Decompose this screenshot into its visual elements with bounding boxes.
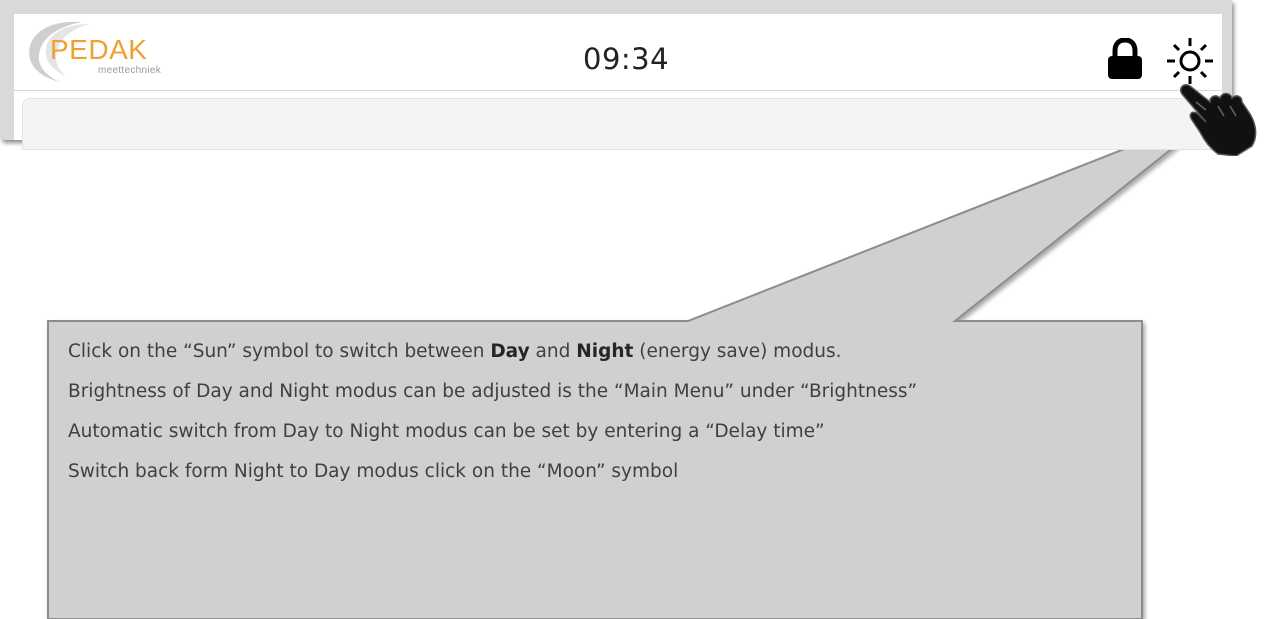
callout-line-4: Switch back form Night to Day modus clic… bbox=[68, 461, 679, 482]
clock-display: 09:34 bbox=[583, 42, 670, 76]
pedak-logo: PEDAK meettechniek bbox=[20, 14, 250, 90]
lock-icon[interactable] bbox=[1104, 37, 1146, 80]
callout-text: Click on the “Sun” symbol to switch betw… bbox=[68, 338, 1128, 498]
day-word: Day bbox=[490, 341, 530, 362]
logo-name: PEDAK bbox=[50, 34, 148, 65]
pointing-hand-icon bbox=[1179, 83, 1257, 156]
device-screen: PEDAK meettechniek 09:34 bbox=[14, 14, 1222, 150]
callout-line-1: Click on the “Sun” symbol to switch betw… bbox=[68, 338, 1128, 365]
line1-prefix: Click on the “Sun” symbol to switch betw… bbox=[68, 341, 491, 362]
line1-suffix: (energy save) modus. bbox=[633, 341, 842, 362]
top-bar: PEDAK meettechniek 09:34 bbox=[14, 14, 1222, 91]
line1-and: and bbox=[529, 341, 577, 362]
content-area bbox=[22, 98, 1216, 150]
device-frame: PEDAK meettechniek 09:34 bbox=[0, 0, 1232, 150]
logo-subtitle: meettechniek bbox=[98, 65, 162, 76]
callout-line-2: Brightness of Day and Night modus can be… bbox=[68, 381, 918, 402]
night-word: Night bbox=[576, 341, 634, 362]
callout-line-3: Automatic switch from Day to Night modus… bbox=[68, 421, 825, 442]
